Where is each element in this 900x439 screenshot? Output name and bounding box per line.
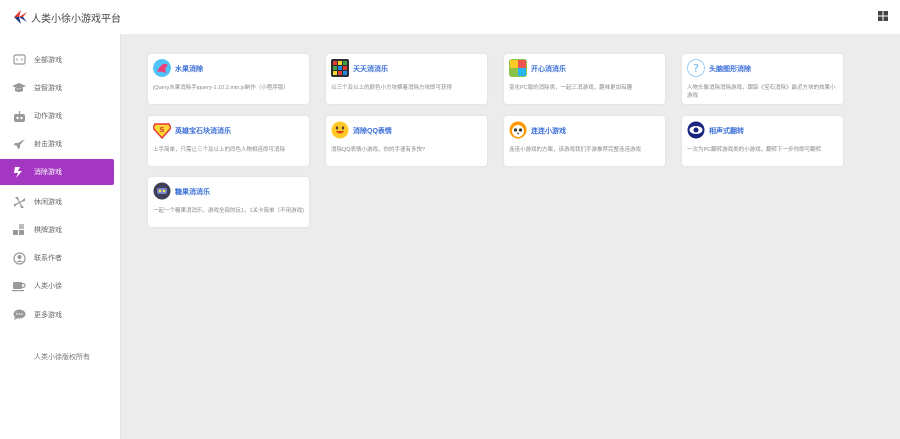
game-card-link-game[interactable]: 连连小游戏 连连小游戏的方案，该游戏我们手游推荐完整连连游戏 <box>504 116 665 166</box>
sidebar: 全部游戏 益智游戏 动作游戏 射击游戏 消除游戏 休闲游戏 棋牌游戏 联系作者 … <box>0 34 121 439</box>
coffee-icon <box>12 279 26 293</box>
happy-blocks-icon <box>509 59 527 77</box>
game-title: 英雄宝石块消消乐 <box>175 128 231 135</box>
superman-icon: S <box>153 123 171 139</box>
graduation-cap-icon <box>12 81 26 95</box>
game-title: 水果消除 <box>175 66 203 73</box>
game-card-hero-gems[interactable]: S 英雄宝石块消消乐 上手简单，只需让三个及以上的同色人物相连即可消除 <box>148 116 309 166</box>
robot-face-icon <box>153 182 171 200</box>
sidebar-item-elimination-games[interactable]: 消除游戏 <box>0 159 114 185</box>
sidebar-item-label: 更多游戏 <box>34 312 62 319</box>
game-card-flip-game[interactable]: 相声式翻转 一次为PC翻转游戏类的小游戏，翻转下一步你即可翻转 <box>682 116 843 166</box>
candy-grid-icon <box>331 59 349 77</box>
game-title: 消除QQ表情 <box>353 128 392 135</box>
sidebar-item-label: 动作游戏 <box>34 113 62 120</box>
fruit-icon <box>153 59 171 77</box>
sidebar-item-more-games[interactable]: 更多游戏 <box>0 302 114 328</box>
game-description: 连连小游戏的方案，该游戏我们手游推荐完整连连游戏 <box>509 147 642 153</box>
sidebar-item-puzzle-games[interactable]: 益智游戏 <box>0 75 114 101</box>
grid-icon <box>12 223 26 237</box>
svg-text:?: ? <box>693 62 699 75</box>
emoji-icon <box>331 121 349 139</box>
game-card-brain-shapes[interactable]: ? 头脑图形消除 人物头像消除消除游戏，跟踪《宝石消除》最近方块的效果小游戏 <box>682 54 843 104</box>
game-description: 一起一个糖果消消乐，游戏全部的玩1，1关卡简单（不用游戏) <box>153 208 304 214</box>
sidebar-item-label: 人类小徐 <box>34 283 62 290</box>
game-card-daily-match[interactable]: 天天消消乐 以三个及以上的颜色小方块横着消除方块即可获得 <box>326 54 487 104</box>
sidebar-item-label: 休闲游戏 <box>34 199 62 206</box>
sidebar-item-shooting-games[interactable]: 射击游戏 <box>0 131 114 157</box>
sidebar-item-label: 射击游戏 <box>34 141 62 148</box>
game-card-qq-emoji[interactable]: 消除QQ表情 消除QQ表情小游戏，你的手速有多快? <box>326 116 487 166</box>
game-title: 糖果消消乐 <box>175 189 210 196</box>
game-description: 一次为PC翻转游戏类的小游戏，翻转下一步你即可翻转 <box>687 147 822 153</box>
game-card-happy-match[interactable]: 开心消消乐 变化PC版的消除类，一起三消游戏，趣味更加有趣 <box>504 54 665 104</box>
sidebar-item-label: 棋牌游戏 <box>34 227 62 234</box>
game-description: 变化PC版的消除类，一起三消游戏，趣味更加有趣 <box>509 85 633 91</box>
rocket-icon <box>12 137 26 151</box>
sidebar-item-contact-author[interactable]: 联系作者 <box>0 245 114 271</box>
sidebar-item-label: 联系作者 <box>34 255 62 262</box>
question-icon: ? <box>687 59 705 77</box>
game-description: jQuery水果消除手jquery-1.10.2.min.js制作（小程序版） <box>153 85 289 91</box>
windows-icon[interactable] <box>878 11 888 21</box>
game-card-candy-match[interactable]: 糖果消消乐 一起一个糖果消消乐，游戏全部的玩1，1关卡简单（不用游戏) <box>148 177 309 227</box>
game-card-fruit-elimination[interactable]: 水果消除 jQuery水果消除手jquery-1.10.2.min.js制作（小… <box>148 54 309 104</box>
chat-icon <box>12 53 26 67</box>
game-description: 以三个及以上的颜色小方块横着消除方块即可获得 <box>331 85 453 91</box>
fan-icon <box>12 195 26 209</box>
game-title: 连连小游戏 <box>531 128 566 135</box>
puzzle-icon <box>12 165 26 179</box>
sidebar-item-board-games[interactable]: 棋牌游戏 <box>0 217 114 243</box>
svg-text:S: S <box>159 126 164 134</box>
sidebar-item-label: 消除游戏 <box>34 169 62 176</box>
game-title: 头脑图形消除 <box>709 66 751 73</box>
sidebar-item-action-games[interactable]: 动作游戏 <box>0 103 114 129</box>
sidebar-item-all-games[interactable]: 全部游戏 <box>0 47 114 73</box>
top-bar: 人类小徐小游戏平台 <box>0 0 900 34</box>
eye-icon <box>687 121 705 139</box>
app-title: 人类小徐小游戏平台 <box>31 14 121 25</box>
game-title: 相声式翻转 <box>709 128 744 135</box>
game-title: 开心消消乐 <box>531 66 566 73</box>
copyright-text: 人类小徐版权所有 <box>34 354 90 361</box>
game-title: 天天消消乐 <box>353 66 388 73</box>
game-description: 人物头像消除消除游戏，跟踪《宝石消除》最近方块的效果小游戏 <box>687 85 836 99</box>
game-description: 上手简单，只需让三个及以上的同色人物相连即可消除 <box>153 147 286 153</box>
sidebar-item-human-xu[interactable]: 人类小徐 <box>0 273 114 299</box>
sidebar-item-casual-games[interactable]: 休闲游戏 <box>0 189 114 215</box>
panda-icon <box>509 121 527 139</box>
sidebar-item-label: 全部游戏 <box>34 57 62 64</box>
bubble-icon <box>12 308 26 322</box>
game-description: 消除QQ表情小游戏，你的手速有多快? <box>331 147 426 153</box>
robot-icon <box>12 109 26 123</box>
brand-logo-icon <box>14 10 27 24</box>
sidebar-item-label: 益智游戏 <box>34 85 62 92</box>
user-icon <box>12 251 26 265</box>
